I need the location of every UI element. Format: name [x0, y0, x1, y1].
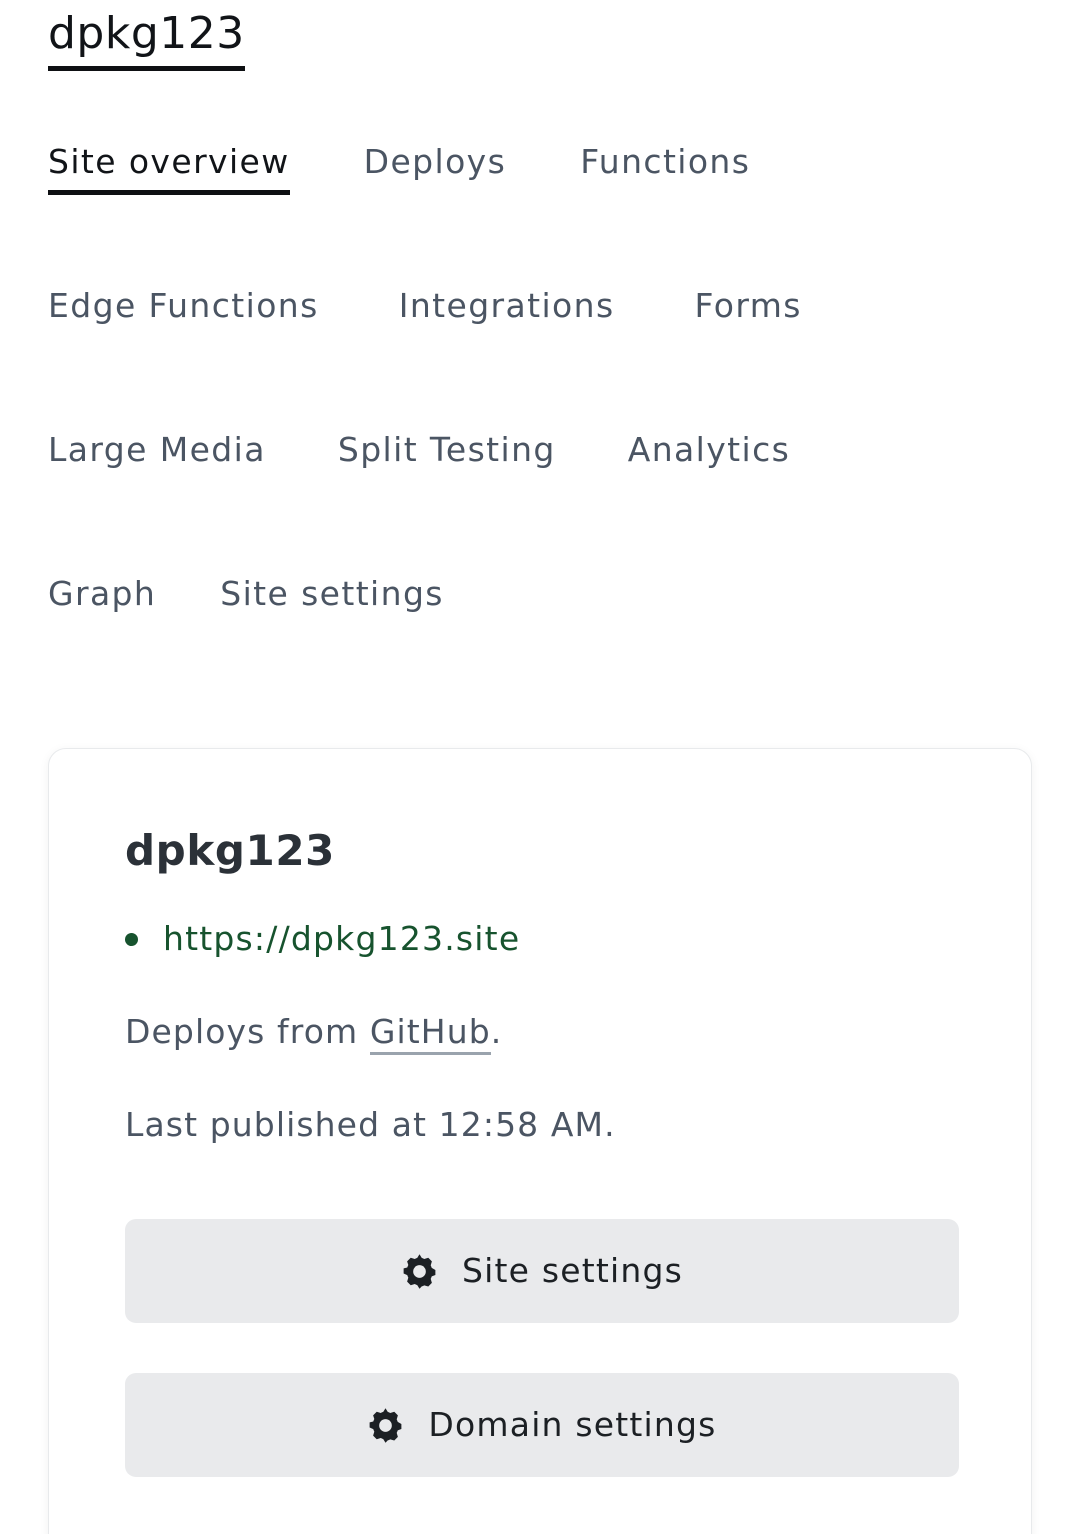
github-link[interactable]: GitHub [369, 1012, 491, 1055]
card-site-name: dpkg123 [125, 826, 335, 875]
nav-item-large-media[interactable]: Large Media [48, 428, 266, 478]
site-summary-card-body: dpkg123 https://dpkg123.site Deploys fro… [49, 749, 1031, 1477]
deploy-source-line: Deploys from GitHub. [125, 1010, 1031, 1055]
gear-icon [403, 1253, 436, 1289]
nav-item-graph[interactable]: Graph [48, 572, 156, 622]
nav-item-forms[interactable]: Forms [695, 284, 802, 334]
deploy-source-suffix: . [490, 1012, 503, 1051]
bullet-icon [125, 932, 138, 946]
last-published-line: Last published at 12:58 AM. [125, 1105, 616, 1144]
nav-item-analytics[interactable]: Analytics [628, 428, 790, 478]
domain-settings-button-label: Domain settings [428, 1405, 717, 1444]
site-url-list: https://dpkg123.site [125, 917, 1031, 961]
nav-row-4: Graph Site settings [48, 572, 1038, 716]
nav-item-site-overview[interactable]: Site overview [48, 140, 290, 195]
nav-item-integrations[interactable]: Integrations [399, 284, 615, 334]
domain-settings-button[interactable]: Domain settings [125, 1373, 959, 1477]
gear-icon [370, 1407, 402, 1443]
nav-item-deploys[interactable]: Deploys [364, 140, 507, 190]
nav-row-2: Edge Functions Integrations Forms [48, 284, 1038, 428]
nav-item-site-settings[interactable]: Site settings [220, 572, 444, 622]
site-settings-button-label: Site settings [461, 1251, 684, 1290]
card-actions: Site settings Domain settings [125, 1219, 959, 1477]
nav-item-split-testing[interactable]: Split Testing [338, 428, 556, 478]
site-url-link[interactable]: https://dpkg123.site [163, 917, 520, 961]
nav-item-functions[interactable]: Functions [580, 140, 750, 190]
page-title: dpkg123 [48, 6, 245, 71]
nav-row-1: Site overview Deploys Functions [48, 140, 1038, 284]
list-item: https://dpkg123.site [125, 917, 1031, 961]
site-overview-page: dpkg123 Site overview Deploys Functions … [0, 0, 1080, 1534]
page-title-text: dpkg123 [48, 6, 245, 71]
nav-item-edge-functions[interactable]: Edge Functions [48, 284, 319, 334]
nav-row-3: Large Media Split Testing Analytics [48, 428, 1038, 572]
deploy-source-prefix: Deploys from [125, 1012, 370, 1051]
site-summary-card: dpkg123 https://dpkg123.site Deploys fro… [48, 748, 1032, 1534]
primary-nav: Site overview Deploys Functions Edge Fun… [48, 140, 1038, 716]
site-settings-button[interactable]: Site settings [125, 1219, 959, 1323]
